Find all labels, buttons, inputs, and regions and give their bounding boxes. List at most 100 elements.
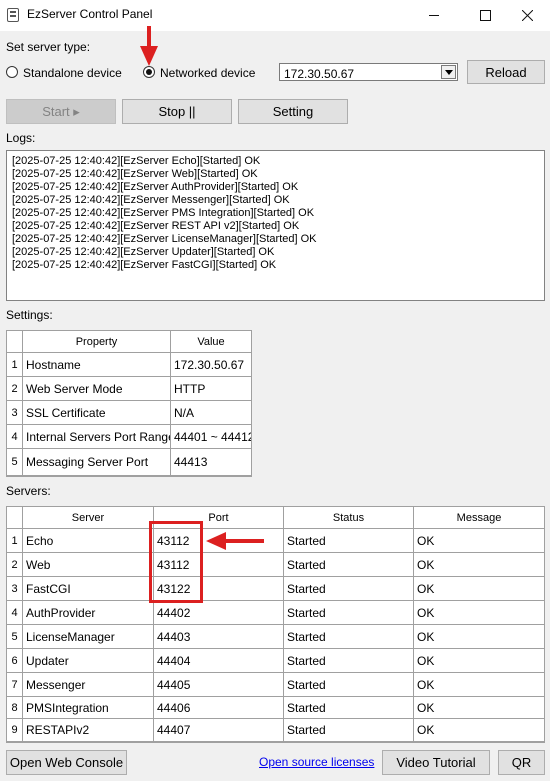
server-status-cell[interactable]: Started bbox=[284, 601, 414, 625]
settings-value-cell[interactable]: 44401 ~ 44412 bbox=[171, 425, 252, 449]
maximize-button[interactable] bbox=[462, 0, 508, 31]
server-port-cell[interactable]: 44402 bbox=[154, 601, 284, 625]
settings-grid[interactable]: Property Value 1 Hostname 172.30.50.67 2… bbox=[6, 330, 252, 477]
log-line: [2025-07-25 12:40:42][EzServer LicenseMa… bbox=[12, 233, 317, 245]
networked-label[interactable]: Networked device bbox=[160, 66, 255, 80]
settings-property-cell[interactable]: Hostname bbox=[23, 353, 171, 377]
server-port-cell[interactable]: 44405 bbox=[154, 673, 284, 697]
qr-button[interactable]: QR bbox=[498, 750, 545, 775]
server-message-cell[interactable]: OK bbox=[414, 553, 545, 577]
server-name-cell[interactable]: Updater bbox=[23, 649, 154, 673]
settings-value-cell[interactable]: 44413 bbox=[171, 449, 252, 476]
settings-value-cell[interactable]: 172.30.50.67 bbox=[171, 353, 252, 377]
maximize-icon bbox=[479, 10, 491, 21]
settings-value-cell[interactable]: HTTP bbox=[171, 377, 252, 401]
server-message-cell[interactable]: OK bbox=[414, 577, 545, 601]
open-source-licenses-link[interactable]: Open source licenses bbox=[259, 755, 374, 769]
chevron-down-icon[interactable] bbox=[441, 65, 456, 79]
servers-row-number[interactable]: 2 bbox=[7, 553, 23, 577]
servers-row-number[interactable]: 1 bbox=[7, 529, 23, 553]
server-port-cell[interactable]: 44407 bbox=[154, 719, 284, 742]
minimize-button[interactable] bbox=[411, 0, 457, 31]
server-port-cell[interactable]: 44404 bbox=[154, 649, 284, 673]
server-status-cell[interactable]: Started bbox=[284, 649, 414, 673]
server-port-cell[interactable]: 44403 bbox=[154, 625, 284, 649]
server-name-cell[interactable]: RESTAPIv2 bbox=[23, 719, 154, 742]
settings-row-number[interactable]: 3 bbox=[7, 401, 23, 425]
servers-row-number[interactable]: 9 bbox=[7, 719, 23, 742]
servers-row-number[interactable]: 8 bbox=[7, 697, 23, 719]
standalone-radio[interactable] bbox=[6, 66, 18, 78]
server-address-combo[interactable]: 172.30.50.67 bbox=[279, 63, 458, 81]
close-icon bbox=[521, 10, 533, 21]
log-line: [2025-07-25 12:40:42][EzServer Echo][Sta… bbox=[12, 155, 261, 167]
server-message-cell[interactable]: OK bbox=[414, 625, 545, 649]
server-name-cell[interactable]: FastCGI bbox=[23, 577, 154, 601]
server-message-cell[interactable]: OK bbox=[414, 649, 545, 673]
start-button[interactable]: Start ▸ bbox=[6, 99, 116, 124]
server-message-cell[interactable]: OK bbox=[414, 529, 545, 553]
log-line: [2025-07-25 12:40:42][EzServer Web][Star… bbox=[12, 168, 258, 180]
setting-button[interactable]: Setting bbox=[238, 99, 348, 124]
settings-row-number[interactable]: 4 bbox=[7, 425, 23, 449]
servers-grid[interactable]: Server Port Status Message 1 Echo 43112 … bbox=[6, 506, 545, 743]
reload-button[interactable]: Reload bbox=[467, 60, 545, 84]
servers-row-number[interactable]: 7 bbox=[7, 673, 23, 697]
settings-property-cell[interactable]: Web Server Mode bbox=[23, 377, 171, 401]
servers-row-number[interactable]: 3 bbox=[7, 577, 23, 601]
video-tutorial-button[interactable]: Video Tutorial bbox=[382, 750, 490, 775]
settings-row-number[interactable]: 2 bbox=[7, 377, 23, 401]
log-line: [2025-07-25 12:40:42][EzServer AuthProvi… bbox=[12, 181, 299, 193]
servers-corner-header bbox=[7, 507, 23, 529]
log-line: [2025-07-25 12:40:42][EzServer REST API … bbox=[12, 220, 300, 232]
server-message-cell[interactable]: OK bbox=[414, 673, 545, 697]
servers-header-server[interactable]: Server bbox=[23, 507, 154, 529]
annotation-arrow-down-icon bbox=[140, 26, 158, 66]
server-status-cell[interactable]: Started bbox=[284, 673, 414, 697]
settings-row-number[interactable]: 5 bbox=[7, 449, 23, 476]
open-web-console-button[interactable]: Open Web Console bbox=[6, 750, 127, 775]
servers-row-number[interactable]: 6 bbox=[7, 649, 23, 673]
servers-row-number[interactable]: 5 bbox=[7, 625, 23, 649]
server-message-cell[interactable]: OK bbox=[414, 697, 545, 719]
server-status-cell[interactable]: Started bbox=[284, 625, 414, 649]
settings-property-cell[interactable]: Internal Servers Port Range bbox=[23, 425, 171, 449]
server-name-cell[interactable]: AuthProvider bbox=[23, 601, 154, 625]
server-status-cell[interactable]: Started bbox=[284, 529, 414, 553]
settings-property-cell[interactable]: SSL Certificate bbox=[23, 401, 171, 425]
server-name-cell[interactable]: Web bbox=[23, 553, 154, 577]
title-bar: EzServer Control Panel bbox=[0, 0, 550, 31]
server-type-label: Set server type: bbox=[6, 40, 91, 54]
settings-header-value[interactable]: Value bbox=[171, 331, 252, 353]
server-port-cell[interactable]: 44406 bbox=[154, 697, 284, 719]
standalone-label[interactable]: Standalone device bbox=[23, 66, 122, 80]
server-status-cell[interactable]: Started bbox=[284, 719, 414, 742]
servers-label: Servers: bbox=[6, 484, 51, 498]
log-line: [2025-07-25 12:40:42][EzServer PMS Integ… bbox=[12, 207, 315, 219]
server-name-cell[interactable]: Messenger bbox=[23, 673, 154, 697]
settings-property-cell[interactable]: Messaging Server Port bbox=[23, 449, 171, 476]
server-status-cell[interactable]: Started bbox=[284, 697, 414, 719]
server-name-cell[interactable]: Echo bbox=[23, 529, 154, 553]
servers-row-number[interactable]: 4 bbox=[7, 601, 23, 625]
server-status-cell[interactable]: Started bbox=[284, 577, 414, 601]
server-status-cell[interactable]: Started bbox=[284, 553, 414, 577]
app-icon bbox=[7, 8, 19, 22]
log-line: [2025-07-25 12:40:42][EzServer Updater][… bbox=[12, 246, 275, 258]
log-textbox[interactable]: [2025-07-25 12:40:42][EzServer Echo][Sta… bbox=[6, 150, 545, 301]
logs-label: Logs: bbox=[6, 131, 36, 145]
servers-header-status[interactable]: Status bbox=[284, 507, 414, 529]
annotation-arrow-left-icon bbox=[206, 532, 264, 550]
servers-header-message[interactable]: Message bbox=[414, 507, 545, 529]
settings-row-number[interactable]: 1 bbox=[7, 353, 23, 377]
close-button[interactable] bbox=[504, 0, 550, 31]
settings-header-property[interactable]: Property bbox=[23, 331, 171, 353]
log-line: [2025-07-25 12:40:42][EzServer Messenger… bbox=[12, 194, 290, 206]
server-message-cell[interactable]: OK bbox=[414, 719, 545, 742]
server-name-cell[interactable]: LicenseManager bbox=[23, 625, 154, 649]
server-name-cell[interactable]: PMSIntegration bbox=[23, 697, 154, 719]
settings-value-cell[interactable]: N/A bbox=[171, 401, 252, 425]
server-message-cell[interactable]: OK bbox=[414, 601, 545, 625]
window-title: EzServer Control Panel bbox=[27, 7, 153, 21]
stop-button[interactable]: Stop || bbox=[122, 99, 232, 124]
